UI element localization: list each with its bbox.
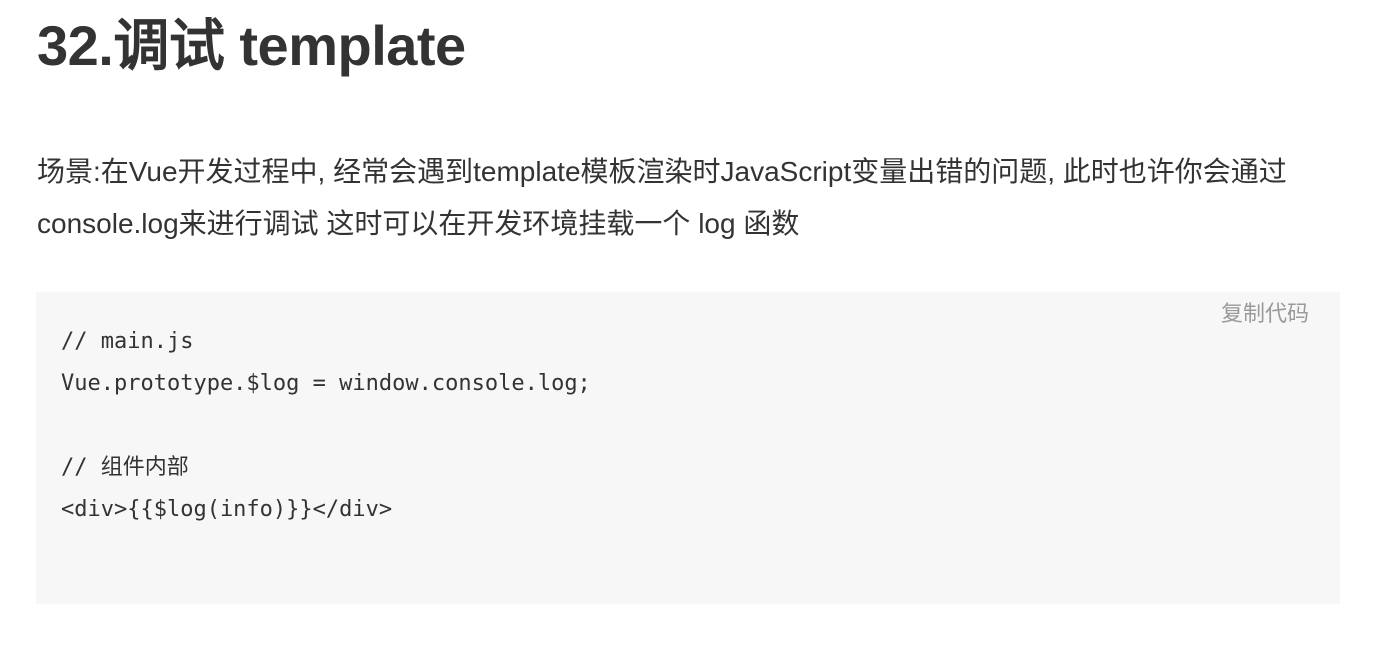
code-line: // main.js xyxy=(61,329,194,354)
article-description: 场景:在Vue开发过程中, 经常会遇到template模板渲染时JavaScri… xyxy=(37,156,1287,239)
code-line: // 组件内部 xyxy=(61,455,189,480)
code-line: <div>{{$log(info)}}</div> xyxy=(61,497,393,522)
code-line: Vue.prototype.$log = window.console.log; xyxy=(61,371,591,396)
article-page: 32.调试 template 场景:在Vue开发过程中, 经常会遇到templa… xyxy=(0,0,1386,664)
code-block: 复制代码 // main.js Vue.prototype.$log = wind… xyxy=(36,292,1340,604)
article-title: 32.调试 template xyxy=(37,14,466,77)
code-content: // main.js Vue.prototype.$log = window.co… xyxy=(61,321,591,531)
copy-code-button[interactable]: 复制代码 xyxy=(1221,300,1309,330)
